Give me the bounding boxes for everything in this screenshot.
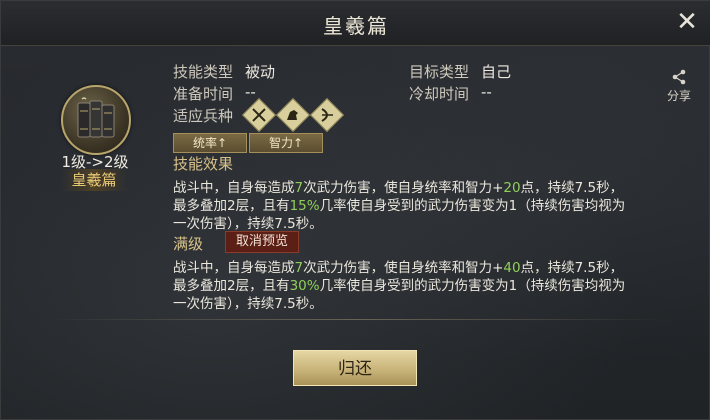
- cavalry-icon: [276, 98, 310, 132]
- skill-dialog: 皇羲篇 ✕ 1级->2级 皇羲篇 技能类型 被动 目标类型 自己 准备时间 --…: [0, 0, 710, 420]
- cooldown-value: --: [481, 83, 492, 101]
- skill-type-value: 被动: [245, 63, 276, 81]
- attr-tag-command: 统率↑: [173, 133, 247, 153]
- return-button[interactable]: 归还: [293, 350, 417, 386]
- max-line-2: 最多叠加2层，且有30%几率使自身受到的武力伤害变为1（持续伤害均视为: [173, 278, 626, 294]
- prep-time-label: 准备时间: [173, 85, 234, 103]
- effect-line-1: 战斗中，自身每造成7次武力伤害，使自身统率和智力+20点，持续7.5秒，: [173, 180, 624, 196]
- title-bar: 皇羲篇 ✕: [1, 1, 710, 46]
- close-icon[interactable]: ✕: [673, 8, 701, 36]
- max-level-description: 战斗中，自身每造成7次武力伤害，使自身统率和智力+40点，持续7.5秒， 最多叠…: [173, 259, 653, 313]
- max-line-1: 战斗中，自身每造成7次武力伤害，使自身统率和智力+40点，持续7.5秒，: [173, 260, 624, 276]
- scroll-book-icon: [61, 85, 131, 155]
- max-line-3: 一次伤害），持续7.5秒。: [173, 296, 323, 312]
- spear-icon: [242, 98, 276, 132]
- target-type-value: 自己: [481, 63, 512, 81]
- dialog-title: 皇羲篇: [323, 14, 389, 38]
- cancel-preview-button[interactable]: 取消预览: [225, 231, 299, 253]
- attr-tag-intelligence: 智力↑: [249, 133, 323, 153]
- share-icon: [672, 69, 686, 85]
- skill-type-label: 技能类型: [173, 63, 234, 81]
- effect-title: 技能效果: [173, 155, 234, 173]
- troop-type-label: 适应兵种: [173, 107, 234, 125]
- share-label: 分享: [666, 89, 691, 103]
- prep-time-value: --: [245, 83, 256, 101]
- divider: [45, 319, 665, 320]
- target-type-label: 目标类型: [409, 63, 470, 81]
- effect-description: 战斗中，自身每造成7次武力伤害，使自身统率和智力+20点，持续7.5秒， 最多叠…: [173, 179, 653, 233]
- cooldown-label: 冷却时间: [409, 85, 470, 103]
- effect-line-2: 最多叠加2层，且有15%几率使自身受到的武力伤害变为1（持续伤害均视为: [173, 198, 626, 214]
- archer-icon: [310, 98, 344, 132]
- share-button[interactable]: 分享: [665, 69, 693, 104]
- max-level-title: 满级: [173, 235, 204, 253]
- skill-name-badge: 皇羲篇: [61, 169, 127, 191]
